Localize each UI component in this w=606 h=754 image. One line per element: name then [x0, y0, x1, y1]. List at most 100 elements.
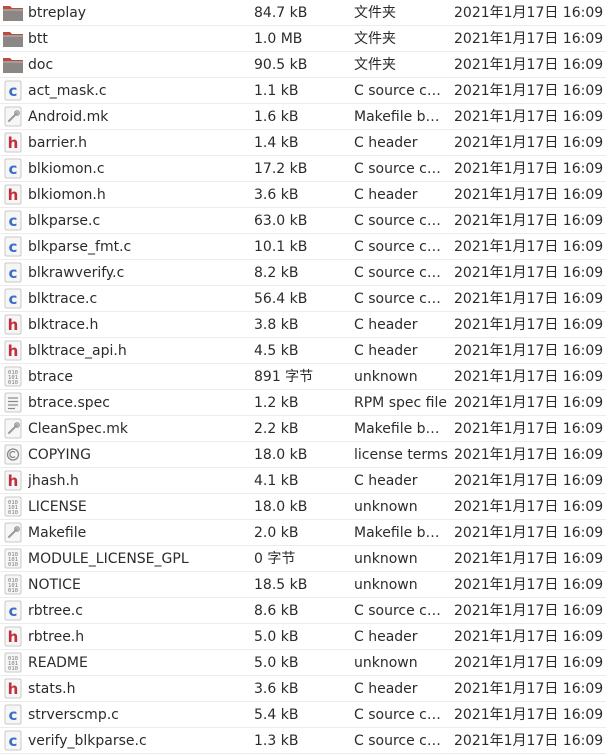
file-row[interactable]: c act_mask.c 1.1 kB C source co… 2021年1月…: [0, 78, 606, 104]
file-name: btrace: [28, 369, 74, 385]
file-row[interactable]: 010 101 010 README 5.0 kB unknown 2021年1月1…: [0, 650, 606, 676]
file-type: 文件夹: [354, 31, 396, 47]
file-icon-cell: 010 101 010: [2, 364, 24, 390]
file-icon-cell: h: [2, 676, 24, 702]
file-type: C source co…: [354, 239, 448, 255]
file-icon-cell: [2, 104, 24, 130]
file-name: LICENSE: [28, 499, 87, 515]
file-row[interactable]: COPYING 18.0 kB license terms 2021年1月17日…: [0, 442, 606, 468]
binary-file-icon: 010 101 010: [2, 366, 24, 387]
svg-text:c: c: [9, 290, 18, 308]
file-row[interactable]: Android.mk 1.6 kB Makefile bu… 2021年1月17…: [0, 104, 606, 130]
file-row[interactable]: h jhash.h 4.1 kB C header 2021年1月17日 16:…: [0, 468, 606, 494]
file-icon-cell: c: [2, 156, 24, 182]
c-source-icon: c: [2, 600, 24, 621]
file-size: 56.4 kB: [254, 291, 308, 307]
file-row[interactable]: c blkparse.c 63.0 kB C source co… 2021年1…: [0, 208, 606, 234]
file-row[interactable]: Makefile 2.0 kB Makefile bu… 2021年1月17日 …: [0, 520, 606, 546]
file-name: rbtree.h: [28, 629, 85, 645]
file-type: C header: [354, 135, 418, 151]
file-row[interactable]: c rbtree.c 8.6 kB C source co… 2021年1月17…: [0, 598, 606, 624]
file-type: Makefile bu…: [354, 109, 448, 125]
file-name: act_mask.c: [28, 83, 107, 99]
file-icon-cell: h: [2, 130, 24, 156]
file-row[interactable]: btrace.spec 1.2 kB RPM spec file 2021年1月…: [0, 390, 606, 416]
file-type: C source co…: [354, 603, 448, 619]
file-size: 1.2 kB: [254, 395, 299, 411]
file-modified: 2021年1月17日 16:09: [454, 707, 604, 723]
folder-icon: [2, 54, 24, 75]
file-name: jhash.h: [28, 473, 79, 489]
file-type: license terms: [354, 447, 448, 463]
file-row[interactable]: 010 101 010 btrace 891 字节 unknown 2021年1月1…: [0, 364, 606, 390]
c-header-icon: h: [2, 626, 24, 647]
file-row[interactable]: c blkparse_fmt.c 10.1 kB C source co… 20…: [0, 234, 606, 260]
file-icon-cell: h: [2, 624, 24, 650]
makefile-icon: [2, 418, 24, 439]
file-type: C source co…: [354, 291, 448, 307]
file-modified: 2021年1月17日 16:09: [454, 447, 604, 463]
file-icon-cell: h: [2, 182, 24, 208]
binary-file-icon: 010 101 010: [2, 652, 24, 673]
file-icon-cell: 010 101 010: [2, 650, 24, 676]
c-source-icon: c: [2, 158, 24, 179]
file-icon-cell: c: [2, 286, 24, 312]
file-modified: 2021年1月17日 16:09: [454, 369, 604, 385]
c-header-icon: h: [2, 678, 24, 699]
file-size: 5.0 kB: [254, 629, 299, 645]
file-row[interactable]: h blktrace_api.h 4.5 kB C header 2021年1月…: [0, 338, 606, 364]
svg-text:010: 010: [8, 588, 18, 594]
file-type: C source co…: [354, 213, 448, 229]
file-row[interactable]: 010 101 010 MODULE_LICENSE_GPL 0 字节 unknow…: [0, 546, 606, 572]
svg-text:h: h: [8, 472, 19, 490]
file-icon-cell: [2, 52, 24, 78]
file-row[interactable]: 010 101 010 NOTICE 18.5 kB unknown 2021年1月…: [0, 572, 606, 598]
file-size: 1.6 kB: [254, 109, 299, 125]
file-row[interactable]: c strverscmp.c 5.4 kB C source co… 2021年…: [0, 702, 606, 728]
file-modified: 2021年1月17日 16:09: [454, 733, 604, 749]
file-size: 4.5 kB: [254, 343, 299, 359]
svg-text:010: 010: [8, 510, 18, 516]
c-source-icon: c: [2, 704, 24, 725]
file-row[interactable]: h blkiomon.h 3.6 kB C header 2021年1月17日 …: [0, 182, 606, 208]
file-modified: 2021年1月17日 16:09: [454, 473, 604, 489]
file-type: C header: [354, 681, 418, 697]
file-row[interactable]: 010 101 010 LICENSE 18.0 kB unknown 2021年1…: [0, 494, 606, 520]
file-icon-cell: [2, 390, 24, 416]
file-row[interactable]: c blktrace.c 56.4 kB C source co… 2021年1…: [0, 286, 606, 312]
svg-text:h: h: [8, 342, 19, 360]
file-modified: 2021年1月17日 16:09: [454, 343, 604, 359]
file-size: 4.1 kB: [254, 473, 299, 489]
file-size: 3.6 kB: [254, 187, 299, 203]
file-name: barrier.h: [28, 135, 88, 151]
file-row[interactable]: h rbtree.h 5.0 kB C header 2021年1月17日 16…: [0, 624, 606, 650]
file-modified: 2021年1月17日 16:09: [454, 499, 604, 515]
c-source-icon: c: [2, 80, 24, 101]
file-row[interactable]: CleanSpec.mk 2.2 kB Makefile bu… 2021年1月…: [0, 416, 606, 442]
svg-text:h: h: [8, 186, 19, 204]
file-icon-cell: 010 101 010: [2, 546, 24, 572]
file-row[interactable]: h stats.h 3.6 kB C header 2021年1月17日 16:…: [0, 676, 606, 702]
file-modified: 2021年1月17日 16:09: [454, 681, 604, 697]
file-list: btreplay 84.7 kB 文件夹 2021年1月17日 16:09 bt…: [0, 0, 606, 754]
makefile-icon: [2, 522, 24, 543]
file-row[interactable]: c blkrawverify.c 8.2 kB C source co… 202…: [0, 260, 606, 286]
file-icon-cell: c: [2, 234, 24, 260]
file-row[interactable]: btreplay 84.7 kB 文件夹 2021年1月17日 16:09: [0, 0, 606, 26]
file-type: unknown: [354, 655, 418, 671]
file-row[interactable]: c verify_blkparse.c 1.3 kB C source co… …: [0, 728, 606, 754]
file-row[interactable]: h blktrace.h 3.8 kB C header 2021年1月17日 …: [0, 312, 606, 338]
svg-text:h: h: [8, 628, 19, 646]
file-name: btt: [28, 31, 48, 47]
file-size: 3.8 kB: [254, 317, 299, 333]
file-size: 18.5 kB: [254, 577, 308, 593]
file-row[interactable]: h barrier.h 1.4 kB C header 2021年1月17日 1…: [0, 130, 606, 156]
file-row[interactable]: doc 90.5 kB 文件夹 2021年1月17日 16:09: [0, 52, 606, 78]
file-modified: 2021年1月17日 16:09: [454, 83, 604, 99]
binary-file-icon: 010 101 010: [2, 548, 24, 569]
file-name: blktrace_api.h: [28, 343, 127, 359]
file-row[interactable]: c blkiomon.c 17.2 kB C source co… 2021年1…: [0, 156, 606, 182]
file-row[interactable]: btt 1.0 MB 文件夹 2021年1月17日 16:09: [0, 26, 606, 52]
file-modified: 2021年1月17日 16:09: [454, 109, 604, 125]
file-type: C header: [354, 317, 418, 333]
